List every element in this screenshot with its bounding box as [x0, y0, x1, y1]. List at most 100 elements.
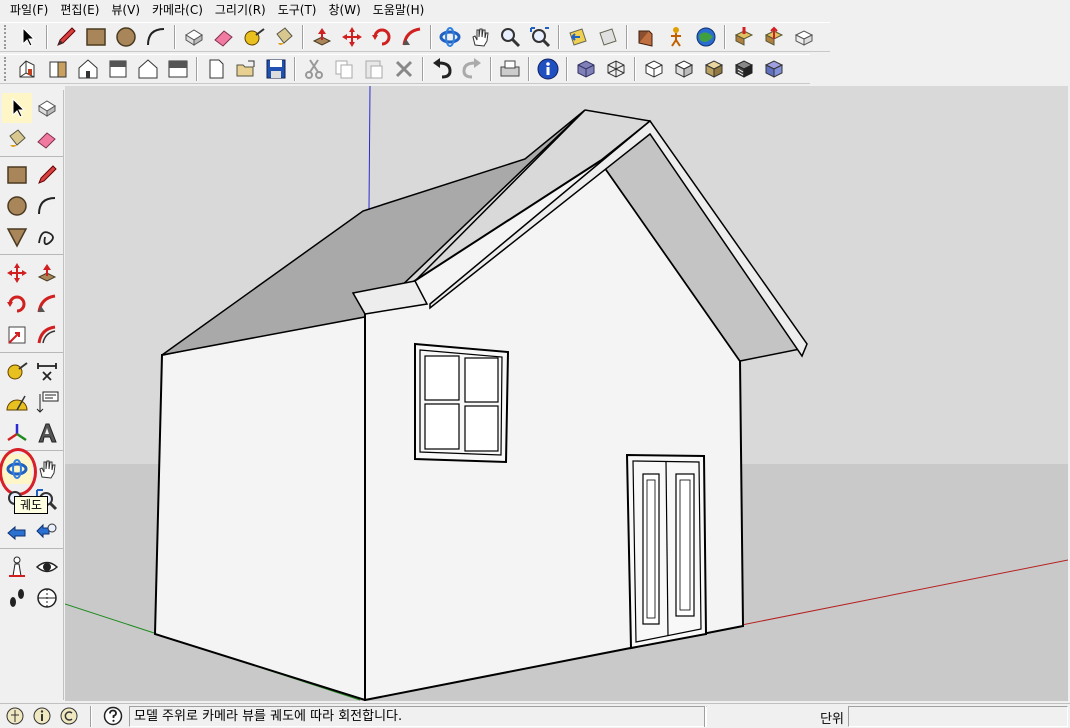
move-tool-button[interactable]	[337, 23, 367, 51]
google-earth-button[interactable]	[691, 23, 721, 51]
palette-dimension-button[interactable]	[32, 356, 62, 386]
new-file-button[interactable]	[201, 55, 231, 83]
undo-button[interactable]	[427, 55, 457, 83]
modeling-viewport[interactable]	[65, 86, 1068, 701]
arc-tool-button[interactable]	[141, 23, 171, 51]
palette-arc-button[interactable]	[32, 191, 62, 221]
palette-line-button[interactable]	[32, 160, 62, 190]
toolbar-separator	[302, 25, 304, 49]
palette-push-pull-button[interactable]	[32, 258, 62, 288]
geo-location-button[interactable]	[3, 705, 27, 727]
make-component-button[interactable]	[179, 23, 209, 51]
previous-view-button[interactable]	[563, 23, 593, 51]
orbit-tool-button[interactable]	[435, 23, 465, 51]
palette-select-button[interactable]	[2, 92, 32, 123]
palette-protractor-button[interactable]	[2, 387, 32, 417]
scene-canvas[interactable]	[65, 86, 1068, 701]
measurements-input[interactable]	[848, 706, 1068, 727]
menu-edit[interactable]: 편집(E)	[54, 0, 105, 20]
delete-button[interactable]	[389, 55, 419, 83]
get-models-button[interactable]	[729, 23, 759, 51]
palette-zoom-extents-button[interactable]	[32, 516, 62, 546]
palette-freehand-button[interactable]	[32, 222, 62, 252]
palette-tape-measure-button[interactable]	[2, 356, 32, 386]
palette-section-plane-button[interactable]	[32, 583, 62, 613]
xray-style-button[interactable]	[571, 55, 601, 83]
monochrome-style-button[interactable]	[729, 55, 759, 83]
palette-rotate-button[interactable]	[2, 289, 32, 319]
instructor-help-button[interactable]	[101, 705, 125, 727]
palette-axes-button[interactable]	[2, 418, 32, 448]
cut-button[interactable]	[299, 55, 329, 83]
print-button[interactable]	[495, 55, 525, 83]
top-view-button[interactable]	[73, 55, 103, 83]
pan-tool-button[interactable]	[465, 23, 495, 51]
share-model-button[interactable]	[759, 23, 789, 51]
palette-polygon-button[interactable]	[2, 222, 32, 252]
iso-view-button[interactable]	[13, 55, 43, 83]
line-tool-button[interactable]	[51, 23, 81, 51]
xray-icon	[577, 60, 595, 78]
wireframe-style-button[interactable]	[601, 55, 631, 83]
sign-in-button[interactable]	[57, 705, 81, 727]
palette-pan-button[interactable]	[32, 454, 62, 484]
push-pull-button[interactable]	[307, 23, 337, 51]
palette-offset-button[interactable]	[32, 320, 62, 350]
component-button[interactable]	[789, 23, 819, 51]
shaded-style-button[interactable]	[669, 55, 699, 83]
menu-draw[interactable]: 그리기(R)	[209, 0, 272, 20]
palette-circle-button[interactable]	[2, 191, 32, 221]
paste-button[interactable]	[359, 55, 389, 83]
rotate-tool-button[interactable]	[367, 23, 397, 51]
style-box-button[interactable]	[759, 55, 789, 83]
palette-paint-bucket-button[interactable]	[2, 124, 32, 154]
palette-move-button[interactable]	[2, 258, 32, 288]
paint-bucket-button[interactable]	[269, 23, 299, 51]
follow-me-button[interactable]	[397, 23, 427, 51]
right-view-button[interactable]	[103, 55, 133, 83]
position-camera-button[interactable]	[631, 23, 661, 51]
save-button[interactable]	[261, 55, 291, 83]
toolbar-grip[interactable]	[4, 57, 10, 81]
menu-tools[interactable]: 도구(T)	[272, 0, 323, 20]
select-tool-button[interactable]	[13, 23, 43, 51]
redo-button[interactable]	[457, 55, 487, 83]
open-file-button[interactable]	[231, 55, 261, 83]
palette-rectangle-button[interactable]	[2, 160, 32, 190]
toolbar-grip[interactable]	[4, 25, 10, 49]
copy-button[interactable]	[329, 55, 359, 83]
menu-camera[interactable]: 카메라(C)	[146, 0, 209, 20]
palette-eraser-button[interactable]	[32, 124, 62, 154]
walk-tool-button[interactable]	[661, 23, 691, 51]
menu-help[interactable]: 도움말(H)	[367, 0, 431, 20]
left-view-button[interactable]	[163, 55, 193, 83]
palette-component-button[interactable]	[32, 93, 62, 123]
model-info-button[interactable]	[533, 55, 563, 83]
zoom-tool-button[interactable]	[495, 23, 525, 51]
help-question-icon	[103, 706, 123, 726]
palette-orbit-button[interactable]	[0, 447, 37, 496]
next-view-button[interactable]	[593, 23, 623, 51]
copy-icon	[335, 60, 353, 79]
menu-file[interactable]: 파일(F)	[4, 0, 54, 20]
front-view-button[interactable]	[43, 55, 73, 83]
palette-look-around-button[interactable]	[32, 552, 62, 582]
tape-measure-button[interactable]	[239, 23, 269, 51]
circle-tool-button[interactable]	[111, 23, 141, 51]
palette-text-button[interactable]	[32, 387, 62, 417]
palette-previous-view-button[interactable]	[2, 516, 32, 546]
palette-3d-text-button[interactable]	[32, 418, 62, 448]
rectangle-tool-button[interactable]	[81, 23, 111, 51]
palette-walk-button[interactable]	[2, 583, 32, 613]
back-view-button[interactable]	[133, 55, 163, 83]
palette-follow-me-button[interactable]	[32, 289, 62, 319]
menu-view[interactable]: 뷰(V)	[105, 0, 146, 20]
shaded-texture-style-button[interactable]	[699, 55, 729, 83]
menu-window[interactable]: 창(W)	[323, 0, 367, 20]
credits-button[interactable]	[30, 705, 54, 727]
zoom-extents-button[interactable]	[525, 23, 555, 51]
hidden-line-style-button[interactable]	[639, 55, 669, 83]
palette-position-camera-button[interactable]	[2, 552, 32, 582]
eraser-tool-button[interactable]	[209, 23, 239, 51]
palette-scale-button[interactable]	[2, 320, 32, 350]
